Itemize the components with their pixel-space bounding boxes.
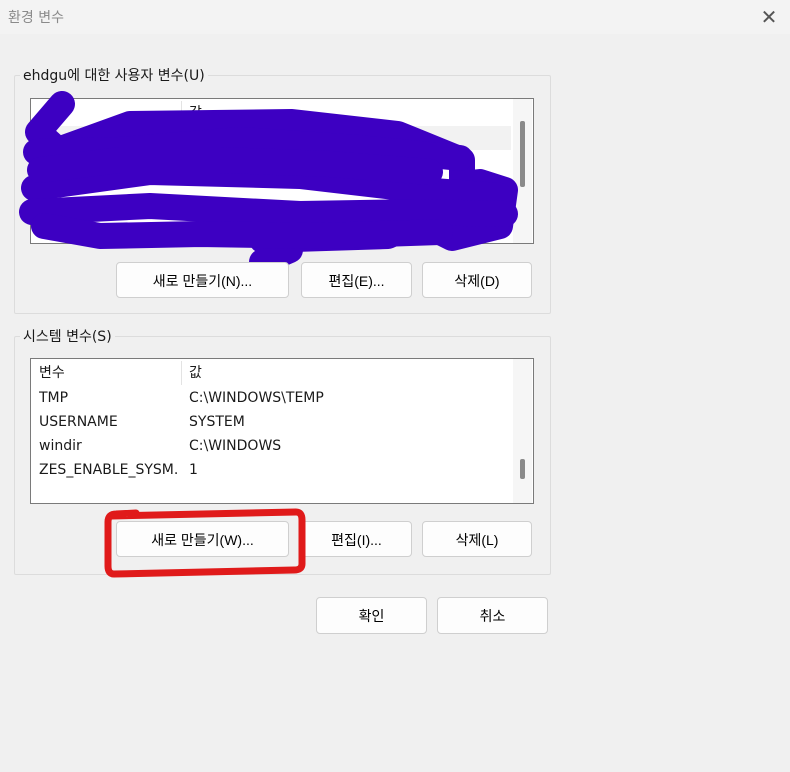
cancel-button[interactable]: 취소 [437,597,548,634]
ok-button[interactable]: 확인 [316,597,427,634]
highlight-stroke [104,508,306,578]
highlight-annotation [104,508,306,578]
